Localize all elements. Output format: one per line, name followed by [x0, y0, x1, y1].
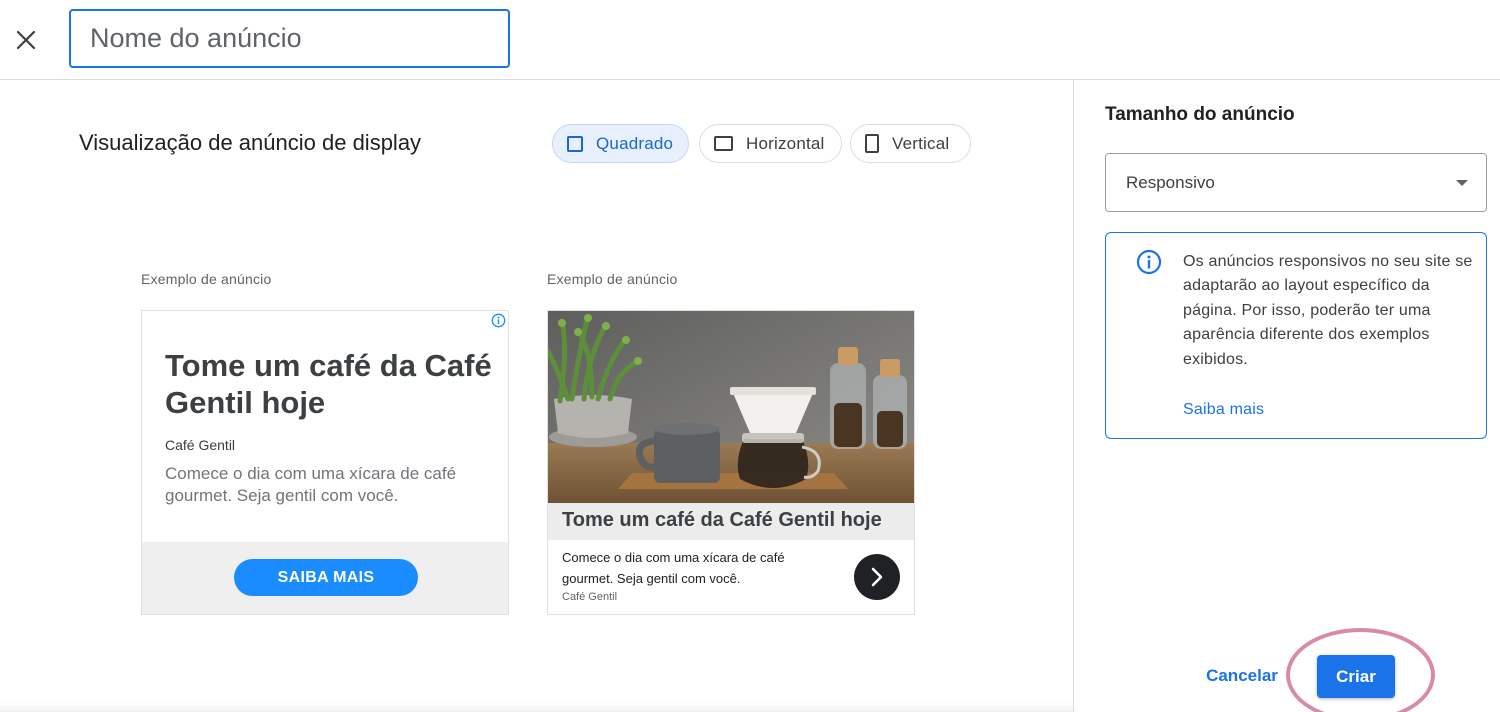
- ad-choices-info-icon[interactable]: [491, 313, 506, 328]
- horizontal-rectangle-icon: [714, 136, 733, 151]
- ad-example-image: Tome um café da Café Gentil hoje Comece …: [547, 310, 915, 615]
- coffee-brewing-photo: [548, 311, 914, 503]
- square-icon: [567, 135, 583, 152]
- preview-title: Visualização de anúncio de display: [79, 130, 422, 155]
- ad-headline: Tome um café da Café Gentil hoje: [165, 348, 492, 420]
- ad-size-panel: Tamanho do anúncio Responsivo Os anúncio…: [1073, 80, 1500, 712]
- ad-cta-button[interactable]: SAIBA MAIS: [234, 559, 418, 596]
- chevron-right-icon: [871, 567, 883, 587]
- format-vertical-label: Vertical: [892, 133, 950, 153]
- ad-business-name: Café Gentil: [165, 437, 236, 453]
- close-button[interactable]: [8, 22, 44, 58]
- vertical-rectangle-icon: [865, 134, 879, 153]
- ad-description: Comece o dia com uma xícara de café gour…: [165, 464, 457, 505]
- cancel-button[interactable]: Cancelar: [1195, 656, 1289, 696]
- ad-description: Comece o dia com uma xícara de café gour…: [562, 550, 785, 586]
- info-icon: [1136, 249, 1162, 275]
- responsive-info-box: Os anúncios responsivos no seu site se a…: [1105, 232, 1487, 439]
- ad-business-name: Café Gentil: [562, 591, 618, 603]
- learn-more-link[interactable]: Saiba mais: [1183, 401, 1264, 419]
- ad-name-input[interactable]: [69, 9, 510, 68]
- ad-footer: SAIBA MAIS: [142, 542, 508, 614]
- ad-size-title: Tamanho do anúncio: [1105, 104, 1295, 125]
- format-horizontal-label: Horizontal: [746, 133, 825, 153]
- dropdown-arrow-icon: [1456, 180, 1468, 186]
- ad-headline: Tome um café da Café Gentil hoje: [562, 509, 882, 531]
- top-bar: [0, 0, 1500, 80]
- create-button[interactable]: Criar: [1317, 655, 1395, 698]
- ad-example-caption: Exemplo de anúncio: [547, 271, 678, 287]
- ad-headline-bar: Tome um café da Café Gentil hoje: [548, 503, 914, 540]
- format-vertical-button[interactable]: Vertical: [850, 124, 971, 163]
- ad-size-value: Responsivo: [1126, 173, 1215, 192]
- bottom-shadow: [0, 702, 1073, 712]
- close-icon: [16, 30, 36, 50]
- format-square-label: Quadrado: [596, 133, 674, 153]
- info-text: Os anúncios responsivos no seu site se a…: [1183, 253, 1473, 368]
- ad-arrow-button[interactable]: [854, 554, 900, 600]
- ad-size-dropdown[interactable]: Responsivo: [1105, 153, 1487, 212]
- format-square-button[interactable]: Quadrado: [552, 124, 689, 163]
- ad-example-text: Tome um café da Café Gentil hoje Café Ge…: [141, 310, 509, 615]
- ad-example-caption: Exemplo de anúncio: [141, 271, 272, 287]
- format-horizontal-button[interactable]: Horizontal: [699, 124, 842, 163]
